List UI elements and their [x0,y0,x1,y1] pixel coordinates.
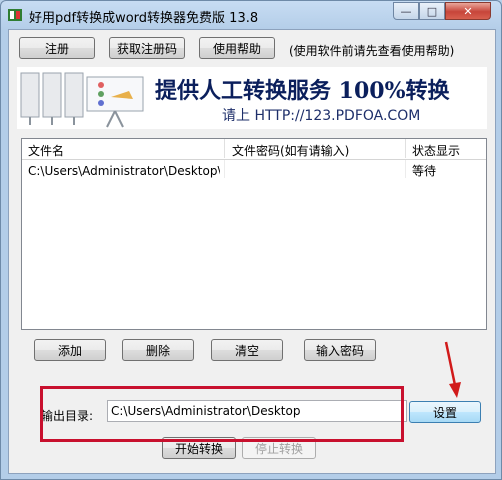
get-registration-code-button[interactable]: 获取注册码 [109,37,185,59]
maximize-button[interactable]: □ [419,2,445,20]
window-title: 好用pdf转换成word转换器免费版 13.8 [29,11,259,26]
minimize-button[interactable]: — [393,2,419,20]
help-notice: (使用软件前请先查看使用帮助) [289,44,455,58]
column-divider[interactable] [405,139,406,158]
table-header: 文件名 文件密码(如有请输入) 状态显示 [22,139,486,160]
banner-headline: 提供人工转换服务 100%转换 [155,78,450,104]
add-file-button[interactable]: 添加 [34,339,106,361]
delete-file-button[interactable]: 删除 [122,339,194,361]
settings-button[interactable]: 设置 [409,401,481,423]
register-button[interactable]: 注册 [19,37,95,59]
cell-divider [405,160,406,178]
highlight-annotation-box [40,386,404,442]
help-button[interactable]: 使用帮助 [199,37,275,59]
column-header-filename[interactable]: 文件名 [28,142,64,159]
file-list-table[interactable]: 文件名 文件密码(如有请输入) 状态显示 C:\Users\Administra… [21,138,487,330]
enter-password-button[interactable]: 输入密码 [304,339,376,361]
close-button[interactable]: ✕ [445,2,491,20]
cell-filename: C:\Users\Administrator\Desktop\新建... [28,164,220,178]
table-row[interactable]: C:\Users\Administrator\Desktop\新建... 等待 [22,160,486,178]
clear-list-button[interactable]: 清空 [211,339,283,361]
column-header-status[interactable]: 状态显示 [412,142,460,159]
whiteboard-illustration [17,67,152,129]
cell-divider [224,160,225,178]
red-arrow-annotation [444,341,461,398]
banner-url[interactable]: 请上 HTTP://123.PDFOA.COM [222,105,420,125]
column-header-password[interactable]: 文件密码(如有请输入) [232,142,349,159]
app-icon [8,9,22,21]
title-bar[interactable]: 好用pdf转换成word转换器免费版 13.8 — □ ✕ [1,1,501,29]
cell-status: 等待 [412,164,437,178]
ad-banner[interactable]: 提供人工转换服务 100%转换 请上 HTTP://123.PDFOA.COM [17,67,487,129]
column-divider[interactable] [224,139,225,158]
